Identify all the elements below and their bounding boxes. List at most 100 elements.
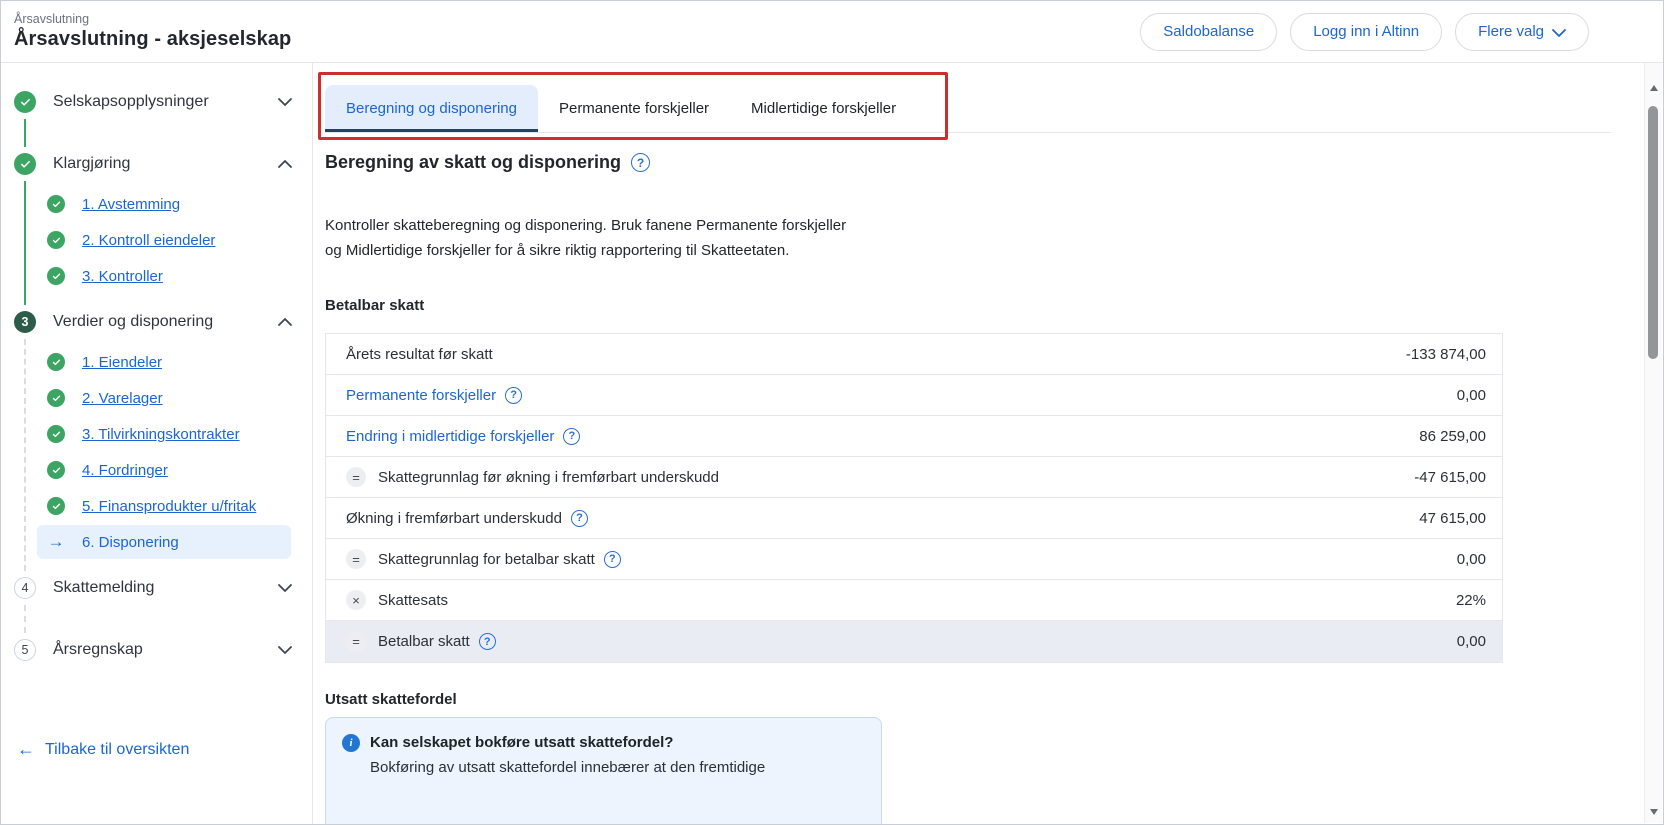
help-icon[interactable]: ?	[563, 428, 580, 445]
table-row-endring-i-midlertidige-forskjeller: Endring i midlertidige forskjeller? 86 25…	[326, 416, 1502, 457]
help-icon[interactable]: ?	[505, 387, 522, 404]
intro-paragraph: Kontroller skatteberegning og disponerin…	[325, 213, 846, 263]
equals-operator-badge: =	[346, 467, 366, 487]
sidebar-section-label: Skattemelding	[53, 579, 278, 597]
tax-calculation-table: Årets resultat før skatt -133 874,00 Perma…	[325, 333, 1503, 663]
sidebar-item-label: 3. Kontroller	[82, 268, 163, 285]
step-connector-line	[24, 605, 26, 633]
check-circle-icon	[14, 91, 36, 113]
row-label-group: =Skattegrunnlag for betalbar skatt?	[346, 549, 1457, 569]
check-circle-icon	[47, 231, 65, 249]
help-icon[interactable]: ?	[631, 153, 650, 172]
scrollbar-thumb[interactable]	[1648, 106, 1658, 359]
page-title: Årsavslutning - aksjeselskap	[14, 28, 291, 51]
check-circle-icon	[47, 425, 65, 443]
sidebar-item-label: 2. Kontroll eiendeler	[82, 232, 215, 249]
intro-line-2: og Midlertidige forskjeller for å sikre …	[325, 242, 789, 259]
sidebar-section-selskapsopplysninger[interactable]: Selskapsopplysninger	[14, 89, 298, 115]
triangle-down-icon	[1650, 809, 1658, 815]
sidebar-item-1-avstemming[interactable]: 1. Avstemming	[37, 187, 291, 221]
intro-line-1: Kontroller skatteberegning og disponerin…	[325, 217, 846, 234]
header-button-label: Logg inn i Altinn	[1313, 23, 1419, 40]
table-row-kning-i-fremf-rbart-underskudd: Økning i fremførbart underskudd?47 615,0…	[326, 498, 1502, 539]
back-to-overview-link[interactable]: ← Tilbake til oversikten	[17, 739, 189, 760]
step-number-badge: 3	[14, 311, 36, 333]
row-value: 0,00	[1457, 387, 1486, 404]
deferred-tax-infobox: i Kan selskapet bokføre utsatt skattefor…	[325, 717, 882, 825]
header-button-logg-inn-i-altinn[interactable]: Logg inn i Altinn	[1290, 13, 1442, 51]
table-title: Betalbar skatt	[325, 297, 424, 314]
help-icon[interactable]: ?	[479, 633, 496, 650]
chevron-down-icon	[1552, 29, 1566, 37]
row-value: 47 615,00	[1419, 510, 1486, 527]
help-icon[interactable]: ?	[571, 510, 588, 527]
infobox-body: Bokføring av utsatt skattefordel innebær…	[370, 757, 865, 779]
chevron-down-icon	[278, 646, 292, 654]
app-header: Årsavslutning Årsavslutning - aksjeselsk…	[1, 1, 1663, 63]
check-circle-icon	[14, 153, 36, 175]
check-circle-icon	[47, 461, 65, 479]
check-circle-icon	[47, 353, 65, 371]
info-icon: i	[342, 734, 360, 752]
row-label-group: Økning i fremførbart underskudd?	[346, 510, 1419, 527]
main-content: Beregning og disponeringPermanente forsk…	[314, 63, 1644, 824]
row-label-link[interactable]: Endring i midlertidige forskjeller	[346, 428, 554, 445]
sidebar-item-6-disponering[interactable]: →6. Disponering	[37, 525, 291, 559]
sidebar-item-3-kontroller[interactable]: 3. Kontroller	[37, 259, 291, 293]
sidebar-item-3-tilvirkningskontrakter[interactable]: 3. Tilvirkningskontrakter	[37, 417, 291, 451]
row-label: Skattegrunnlag for betalbar skatt	[378, 551, 595, 568]
row-value: -47 615,00	[1414, 469, 1486, 486]
header-button-saldobalanse[interactable]: Saldobalanse	[1140, 13, 1277, 51]
vertical-scrollbar[interactable]	[1644, 63, 1662, 823]
header-actions: Saldobalanse Logg inn i Altinn Flere valg	[1140, 13, 1589, 51]
sidebar-section-klargj-ring[interactable]: Klargjøring	[14, 151, 298, 177]
row-value: -133 874,00	[1406, 346, 1486, 363]
chevron-up-icon	[278, 160, 292, 168]
tab-midlertidige-forskjeller[interactable]: Midlertidige forskjeller	[730, 85, 917, 132]
row-label-link[interactable]: Permanente forskjeller	[346, 387, 496, 404]
multiply-operator-badge: ×	[346, 590, 366, 610]
sidebar-section-verdier-og-disponering[interactable]: 3Verdier og disponering	[14, 309, 298, 335]
row-label: Økning i fremførbart underskudd	[346, 510, 562, 527]
sidebar-item-label: 1. Eiendeler	[82, 354, 162, 371]
row-label-group: =Skattegrunnlag før økning i fremførbart…	[346, 467, 1414, 487]
sidebar-section-skattemelding[interactable]: 4 Skattemelding	[14, 575, 298, 601]
row-value: 86 259,00	[1419, 428, 1486, 445]
section-heading: Beregning av skatt og disponering ?	[325, 152, 650, 173]
chevron-down-icon	[278, 584, 292, 592]
sidebar-item-5-finansprodukter-u-fritak[interactable]: 5. Finansprodukter u/fritak	[37, 489, 291, 523]
breadcrumb: Årsavslutning	[14, 12, 291, 26]
arrow-left-icon: ←	[17, 739, 35, 760]
row-label: Betalbar skatt	[378, 633, 470, 650]
sidebar-item-2-kontroll-eiendeler[interactable]: 2. Kontroll eiendeler	[37, 223, 291, 257]
triangle-up-icon	[1650, 85, 1658, 91]
sidebar-section-label: Selskapsopplysninger	[53, 93, 278, 111]
sidebar-item-1-eiendeler[interactable]: 1. Eiendeler	[37, 345, 291, 379]
row-label-group: ×Skattesats	[346, 590, 1456, 610]
row-label: Årets resultat før skatt	[346, 346, 493, 363]
sidebar-section-rsregnskap[interactable]: 5 Årsregnskap	[14, 637, 298, 663]
header-button-flere-valg[interactable]: Flere valg	[1455, 13, 1589, 51]
chevron-up-icon	[278, 318, 292, 326]
sidebar-section-label: Årsregnskap	[53, 641, 278, 659]
table-row-skattegrunnlag-f-r-kning-i-fremf-rbart-underskudd: =Skattegrunnlag før økning i fremførbart…	[326, 457, 1502, 498]
step-number-badge: 5	[14, 639, 36, 661]
sidebar-item-label: 2. Varelager	[82, 390, 163, 407]
scroll-down-button[interactable]	[1645, 803, 1662, 821]
sidebar-item-4-fordringer[interactable]: 4. Fordringer	[37, 453, 291, 487]
sidebar-item-2-varelager[interactable]: 2. Varelager	[37, 381, 291, 415]
step-number-badge: 4	[14, 577, 36, 599]
tab-bar: Beregning og disponeringPermanente forsk…	[325, 85, 1611, 133]
table-row-skattesats: ×Skattesats22%	[326, 580, 1502, 621]
help-icon[interactable]: ?	[604, 551, 621, 568]
table-row-skattegrunnlag-for-betalbar-skatt: =Skattegrunnlag for betalbar skatt?0,00	[326, 539, 1502, 580]
equals-operator-badge: =	[346, 632, 366, 652]
check-circle-icon	[47, 497, 65, 515]
back-to-overview-label: Tilbake til oversikten	[45, 741, 189, 759]
chevron-down-icon	[278, 98, 292, 106]
tab-permanente-forskjeller[interactable]: Permanente forskjeller	[538, 85, 730, 132]
scroll-up-button[interactable]	[1645, 79, 1662, 97]
tab-beregning-og-disponering[interactable]: Beregning og disponering	[325, 85, 538, 132]
sidebar-item-label: 1. Avstemming	[82, 196, 180, 213]
sidebar-item-label: 5. Finansprodukter u/fritak	[82, 498, 256, 515]
